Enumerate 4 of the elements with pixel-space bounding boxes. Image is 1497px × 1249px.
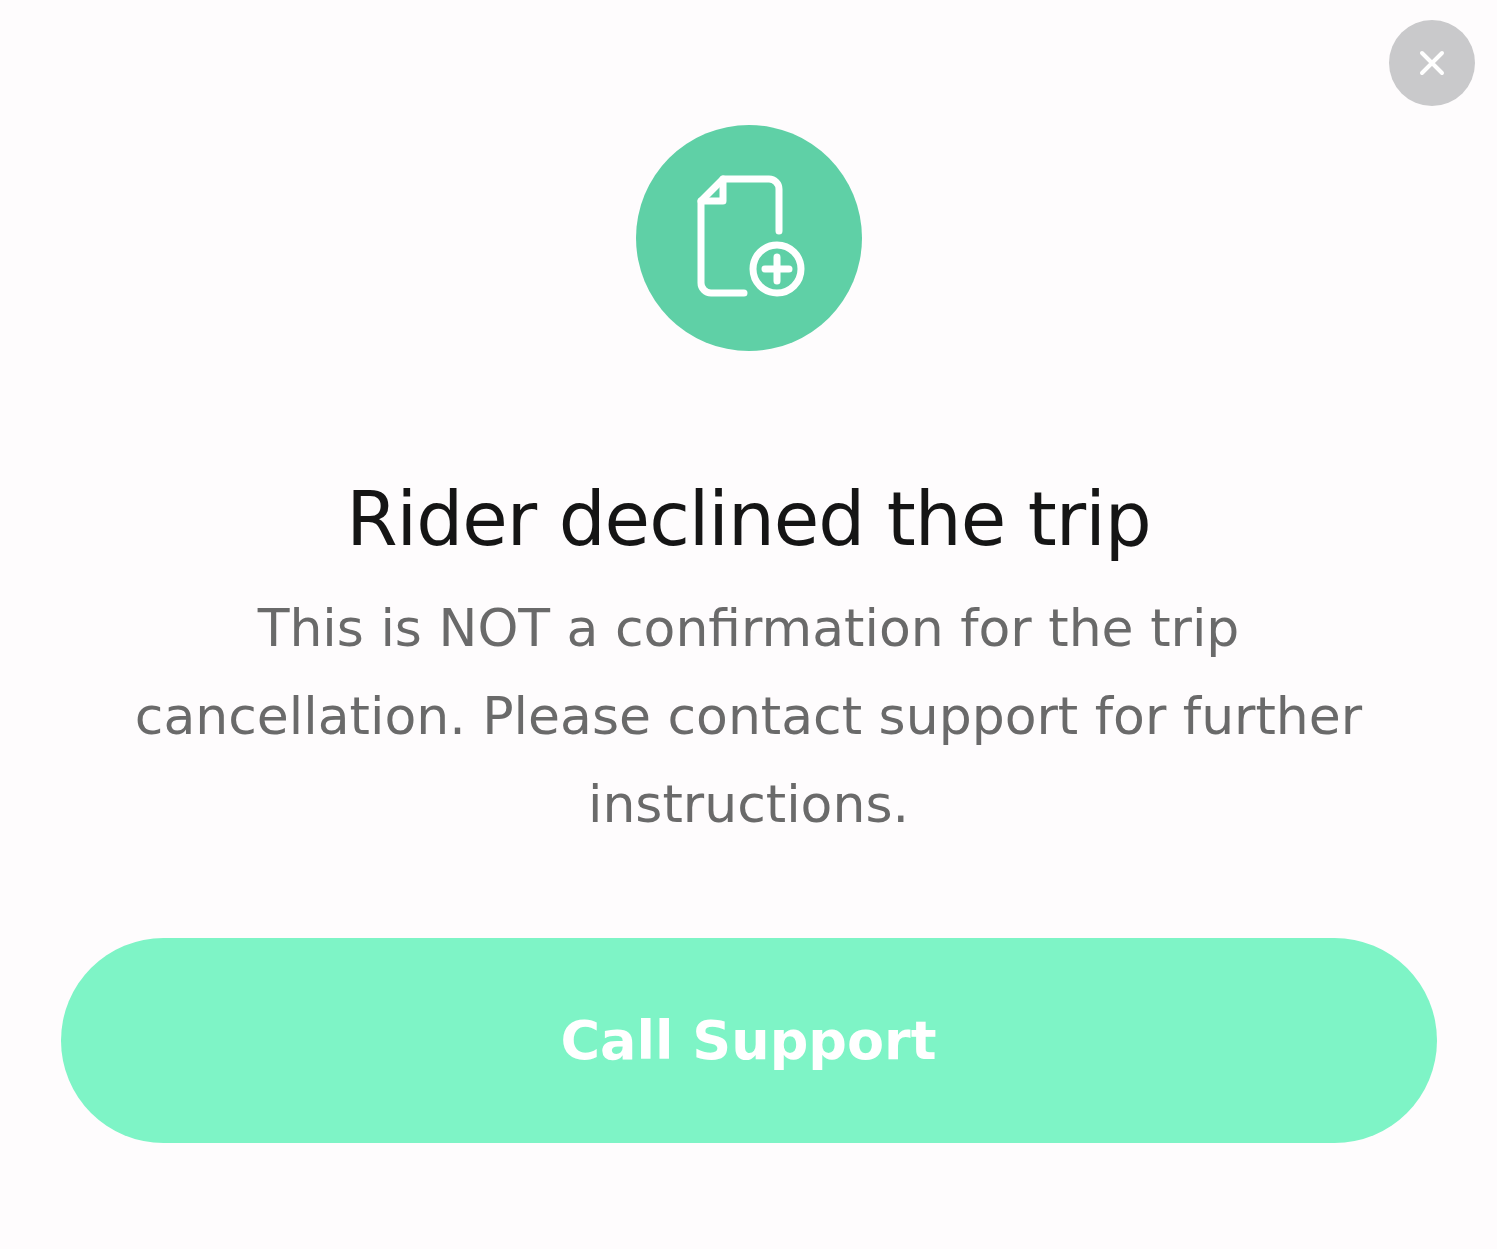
dialog-title: Rider declined the trip <box>346 476 1151 562</box>
close-icon <box>1417 48 1447 78</box>
dialog-message: This is NOT a confirmation for the trip cancellation. Please contact support for further instructions. <box>133 597 1364 836</box>
call-support-button[interactable]: Call Support <box>60 938 1437 1143</box>
